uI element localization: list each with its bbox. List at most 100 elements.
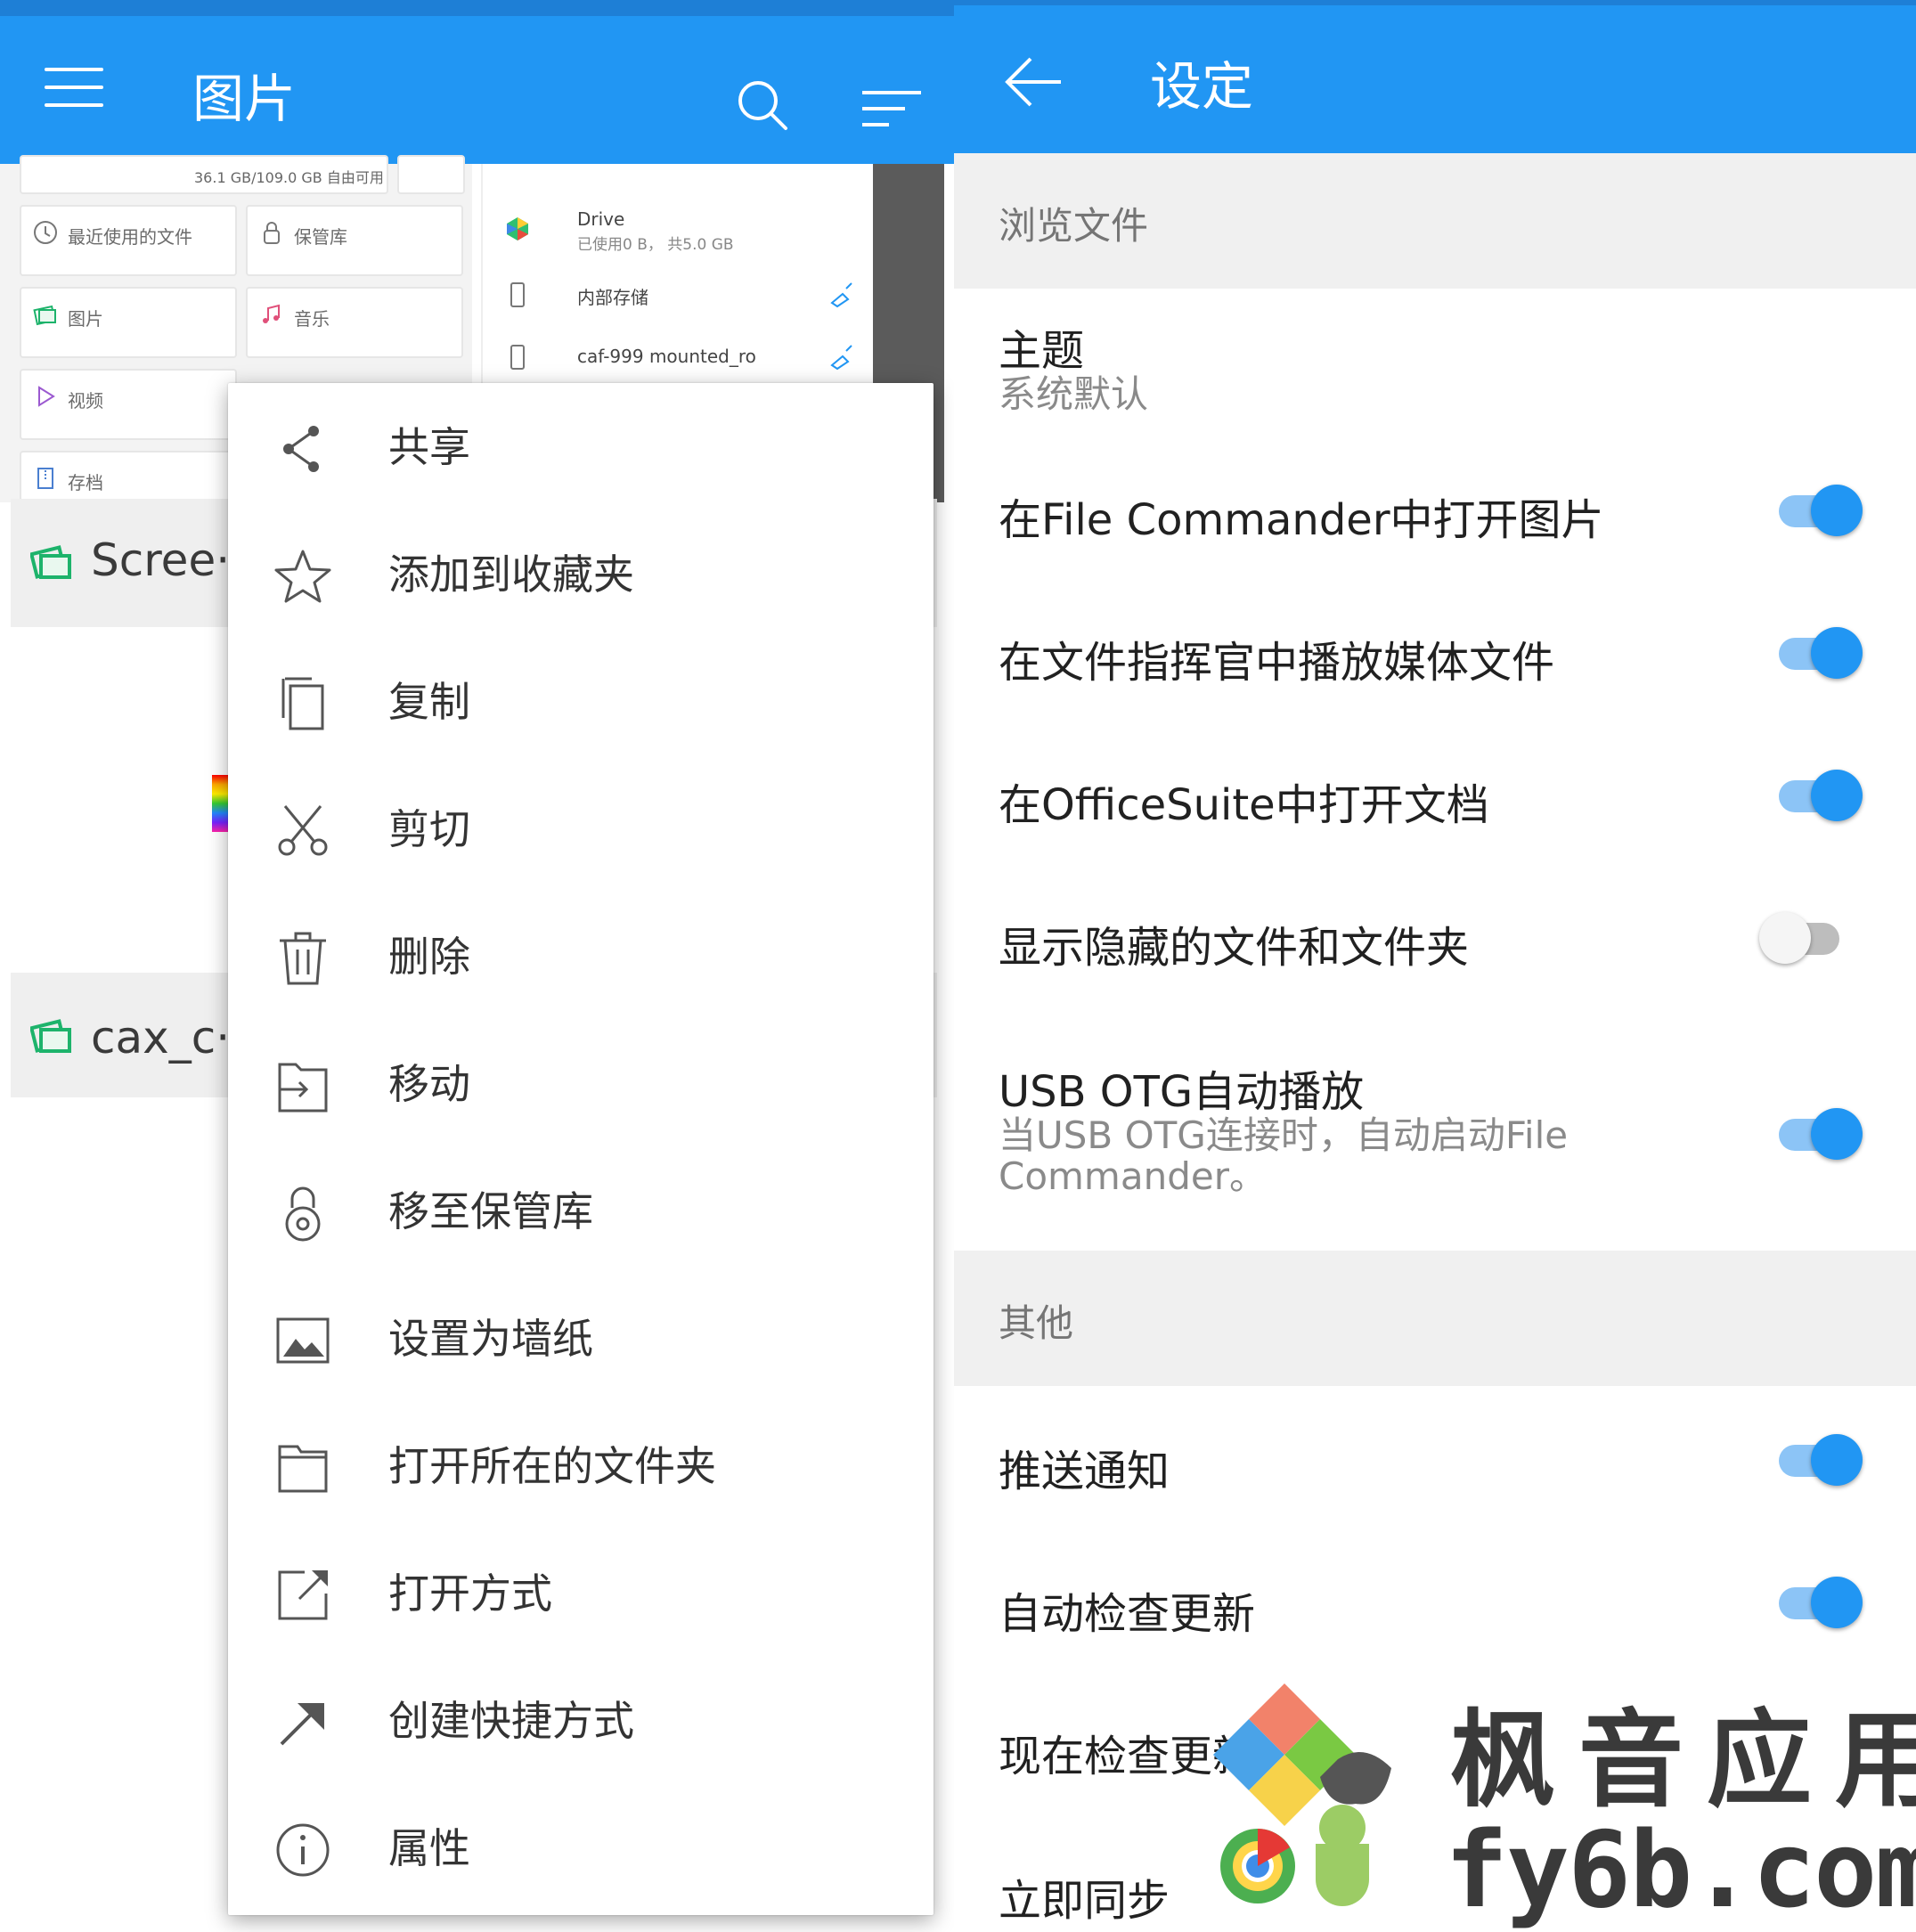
app-bar: 设定: [954, 5, 1916, 153]
setting-theme[interactable]: 主题 系统默认: [954, 289, 1916, 422]
setting-title: 自动检查更新: [999, 1589, 1256, 1639]
image-file-icon: [30, 545, 71, 579]
menu-item-label: 移至保管库: [388, 1187, 593, 1235]
quick-card-label: 最近使用的文件: [68, 226, 192, 248]
wallpaper-icon: [276, 1317, 330, 1364]
menu-item-label: 打开所在的文件夹: [388, 1442, 716, 1490]
setting-auto-update[interactable]: 自动检查更新: [954, 1537, 1916, 1671]
menu-item-label: 属性: [388, 1824, 470, 1872]
setting-title: 在OfficeSuite中打开文档: [999, 780, 1489, 830]
menu-item-copy[interactable]: 复制: [228, 638, 934, 765]
storage-list: Drive 已使用0 B， 共5.0 GB 内部存储 caf-999 mount…: [481, 164, 875, 387]
quick-card-label: 视频: [68, 390, 103, 412]
quick-card-music[interactable]: 音乐: [246, 287, 463, 358]
quick-card-label: 音乐: [294, 308, 330, 330]
menu-item-set-wallpaper[interactable]: 设置为墙纸: [228, 1275, 934, 1402]
open-external-icon: [278, 1570, 328, 1620]
settings-pane: 设定 浏览文件 主题 系统默认 在File Commander中打开图片 在文件…: [954, 0, 1916, 1932]
video-play-icon: [38, 386, 55, 407]
drive-icon: [507, 217, 528, 240]
clock-icon: [34, 221, 57, 244]
storage-card[interactable]: 36.1 GB/109.0 GB 自由可用: [20, 155, 388, 194]
toggle-switch[interactable]: [1759, 909, 1848, 964]
section-header: 浏览文件: [954, 153, 1916, 289]
thumbnail-fragment: [212, 775, 228, 832]
setting-show-hidden[interactable]: 显示隐藏的文件和文件夹: [954, 873, 1916, 1007]
list-item[interactable]: caf-999 mounted_ro: [483, 342, 875, 387]
menu-item-label: 创建快捷方式: [388, 1697, 634, 1745]
setting-open-docs[interactable]: 在OfficeSuite中打开文档: [954, 730, 1916, 864]
menu-item-label: 打开方式: [388, 1569, 552, 1618]
toggle-switch[interactable]: [1773, 1431, 1863, 1486]
quick-card[interactable]: [397, 155, 465, 194]
page-title: 图片: [192, 69, 297, 129]
search-icon[interactable]: [736, 78, 789, 132]
menu-item-open-folder[interactable]: 打开所在的文件夹: [228, 1402, 934, 1529]
setting-open-images[interactable]: 在File Commander中打开图片: [954, 445, 1916, 579]
toggle-switch[interactable]: [1773, 624, 1863, 679]
status-bar: [0, 0, 954, 16]
drive-name: 内部存储: [577, 287, 648, 308]
vault-lock-icon: [285, 1186, 321, 1242]
toggle-switch[interactable]: [1773, 481, 1863, 536]
menu-item-open-with[interactable]: 打开方式: [228, 1529, 934, 1657]
toggle-switch[interactable]: [1773, 1573, 1863, 1628]
drive-name: Drive: [577, 208, 625, 230]
scissors-icon: [278, 805, 328, 856]
archive-icon: [37, 468, 53, 489]
quick-card-label: 保管库: [294, 226, 347, 248]
drive-name: caf-999 mounted_ro: [577, 346, 756, 367]
menu-item-move-to-vault[interactable]: 移至保管库: [228, 1147, 934, 1275]
clean-broom-icon[interactable]: [828, 344, 855, 371]
phone-icon: [510, 282, 525, 307]
menu-item-properties[interactable]: 属性: [228, 1784, 934, 1912]
image-icon: [33, 305, 56, 326]
star-icon: [274, 550, 331, 603]
file-name: cax_c·: [91, 1012, 231, 1064]
list-item[interactable]: Drive 已使用0 B， 共5.0 GB: [483, 208, 875, 271]
toggle-switch[interactable]: [1773, 766, 1863, 821]
back-arrow-icon[interactable]: [1004, 55, 1066, 109]
list-item[interactable]: 内部存储: [483, 280, 875, 333]
menu-icon[interactable]: [36, 61, 116, 114]
section-header: 其他: [954, 1251, 1916, 1386]
quick-card-vault[interactable]: 保管库: [246, 205, 463, 276]
phone-icon: [510, 345, 525, 370]
watermark-text: 枫音应用: [1450, 1699, 1916, 1822]
setting-play-media[interactable]: 在文件指挥官中播放媒体文件: [954, 588, 1916, 721]
file-name: Scree·: [91, 534, 231, 586]
image-file-icon: [30, 1019, 71, 1053]
toggle-switch[interactable]: [1773, 1105, 1863, 1160]
setting-usb-otg[interactable]: USB OTG自动播放 当USB OTG连接时，自动启动File Command…: [954, 1015, 1916, 1247]
section-label: 其他: [999, 1301, 1074, 1345]
setting-push-notifications[interactable]: 推送通知: [954, 1395, 1916, 1528]
music-icon: [263, 304, 280, 323]
menu-item-label: 设置为墙纸: [388, 1315, 593, 1363]
sort-icon[interactable]: [860, 87, 923, 132]
file-browser-pane: 图片 36.1 GB/109.0 GB 自由可用 最近使用的文件 保管库 图片: [0, 0, 954, 1932]
menu-item-move[interactable]: 移动: [228, 1020, 934, 1147]
clean-broom-icon[interactable]: [828, 281, 855, 308]
quick-card-label: 图片: [68, 308, 103, 330]
menu-item-favorite[interactable]: 添加到收藏夹: [228, 510, 934, 638]
quick-card-video[interactable]: 视频: [20, 369, 237, 440]
watermark-url: fy6b.com: [1445, 1808, 1916, 1931]
info-icon: [276, 1823, 330, 1877]
quick-card-recent[interactable]: 最近使用的文件: [20, 205, 237, 276]
menu-item-cut[interactable]: 剪切: [228, 765, 934, 893]
menu-item-share[interactable]: 共享: [228, 383, 934, 510]
vault-lock-icon: [264, 222, 280, 244]
storage-text: 36.1 GB/109.0 GB 自由可用: [194, 169, 384, 186]
context-menu: 共享 添加到收藏夹 复制 剪切 删除 移动 移至保管库 设置为墙纸 打开所在的文…: [228, 383, 934, 1915]
menu-item-label: 复制: [388, 678, 470, 726]
setting-title: 立即同步: [999, 1876, 1170, 1926]
menu-item-create-shortcut[interactable]: 创建快捷方式: [228, 1657, 934, 1784]
folder-icon: [278, 1445, 328, 1493]
quick-card-images[interactable]: 图片: [20, 287, 237, 358]
setting-title: USB OTG自动播放: [999, 1067, 1365, 1117]
section-label: 浏览文件: [999, 204, 1149, 248]
menu-item-label: 添加到收藏夹: [388, 550, 634, 599]
menu-item-label: 共享: [388, 423, 470, 471]
menu-item-delete[interactable]: 删除: [228, 893, 934, 1020]
setting-title: 推送通知: [999, 1447, 1170, 1496]
